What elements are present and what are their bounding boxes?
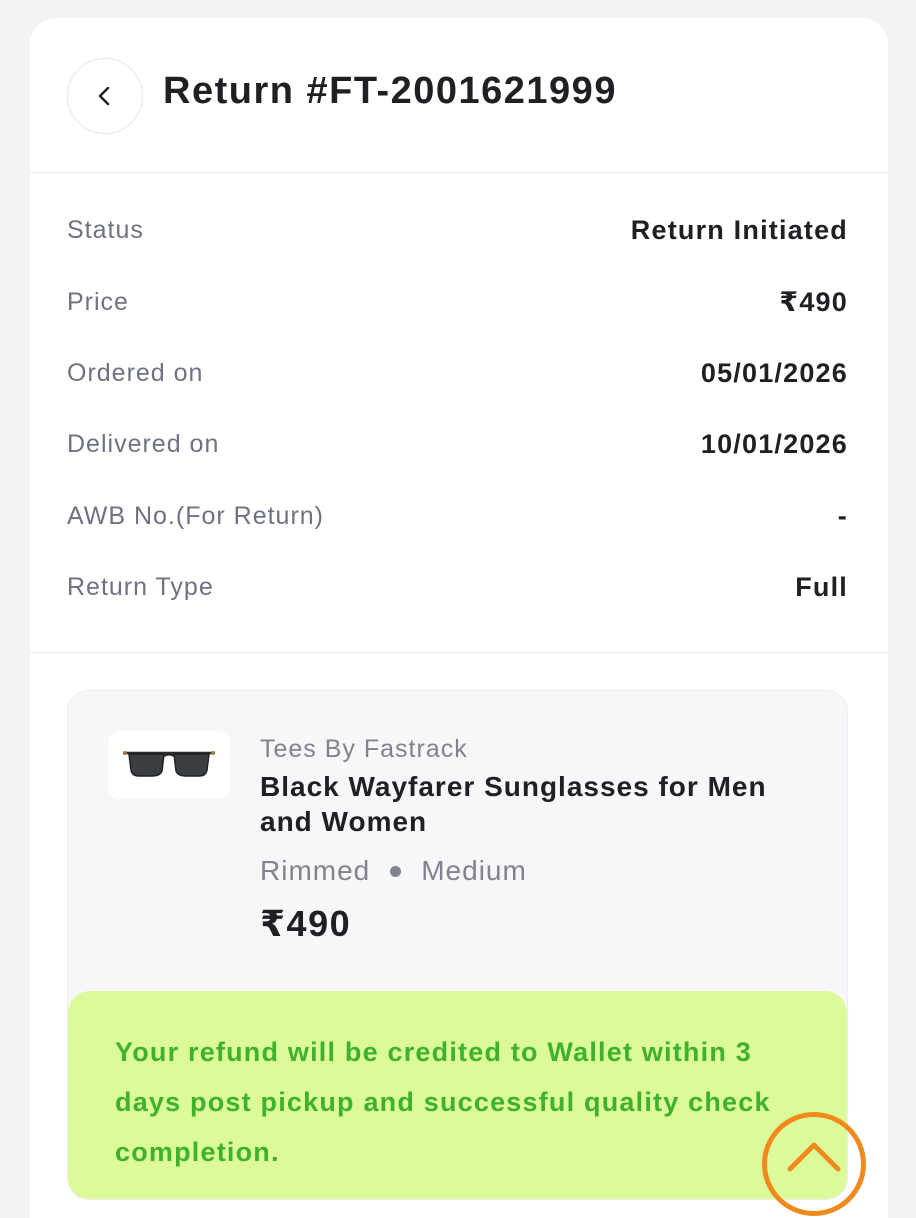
chevron-up-icon [787, 1142, 841, 1172]
detail-label: AWB No.(For Return) [67, 501, 325, 530]
return-details: Status Return Initiated Price ₹490 Order… [30, 173, 888, 653]
detail-value: Return Initiated [630, 214, 848, 245]
variant-size: Medium [421, 855, 527, 886]
detail-label: Delivered on [67, 429, 220, 458]
page-header: Return #FT-2001621999 [30, 18, 888, 173]
page-title: Return #FT-2001621999 [163, 70, 617, 112]
detail-row-delivered-on: Delivered on 10/01/2026 [67, 424, 848, 464]
detail-value: ₹490 [779, 286, 848, 317]
detail-label: Status [67, 215, 144, 244]
product-price: ₹490 [260, 903, 352, 944]
product-image [108, 731, 230, 799]
back-button[interactable] [67, 58, 143, 134]
variant-frame: Rimmed [260, 855, 371, 886]
item-summary: Tees By Fastrack Black Wayfarer Sunglass… [68, 691, 847, 991]
refund-info-banner: Your refund will be credited to Wallet w… [68, 991, 847, 1199]
sunglasses-icon [123, 751, 215, 777]
product-name: Black Wayfarer Sunglasses for Men and Wo… [260, 771, 767, 837]
product-variant: Rimmed Medium [260, 855, 527, 887]
product-brand: Tees By Fastrack [260, 735, 468, 763]
detail-value: Full [795, 571, 848, 602]
detail-label: Price [67, 287, 129, 316]
detail-value: 05/01/2026 [700, 357, 848, 388]
detail-value: 10/01/2026 [700, 428, 848, 459]
chevron-left-icon [98, 86, 110, 106]
scroll-to-top-button[interactable] [762, 1112, 866, 1216]
detail-row-return-type: Return Type Full [67, 567, 848, 607]
detail-label: Ordered on [67, 358, 204, 387]
detail-value: - [837, 500, 848, 531]
detail-row-status: Status Return Initiated [67, 210, 848, 250]
return-item-card[interactable]: Tees By Fastrack Black Wayfarer Sunglass… [67, 690, 848, 1200]
refund-message: Your refund will be credited to Wallet w… [115, 1037, 771, 1167]
detail-row-price: Price ₹490 [67, 282, 848, 322]
detail-label: Return Type [67, 572, 214, 601]
separator-dot [390, 865, 402, 877]
detail-row-ordered-on: Ordered on 05/01/2026 [67, 353, 848, 393]
return-detail-card: Return #FT-2001621999 Status Return Init… [30, 18, 888, 1218]
detail-row-awb: AWB No.(For Return) - [67, 496, 848, 536]
